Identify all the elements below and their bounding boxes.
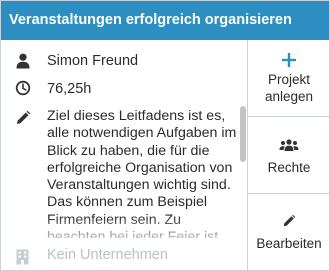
card-title: Veranstaltungen erfolgreich organisieren bbox=[9, 12, 292, 28]
building-icon bbox=[16, 249, 29, 265]
user-icon bbox=[16, 53, 30, 69]
action-sidebar: Projekt anlegen Rechte Bearbeiten bbox=[247, 40, 330, 270]
template-card: Veranstaltungen erfolgreich organisieren… bbox=[0, 0, 330, 271]
create-project-button[interactable]: Projekt anlegen bbox=[248, 40, 330, 115]
users-icon bbox=[279, 139, 299, 151]
clock-icon bbox=[15, 80, 31, 96]
rights-button[interactable]: Rechte bbox=[248, 116, 330, 193]
create-project-label: Projekt anlegen bbox=[264, 72, 314, 104]
duration-row: 76,25h bbox=[1, 78, 247, 98]
description-scrollbar[interactable] bbox=[240, 106, 246, 162]
edit-button[interactable]: Bearbeiten bbox=[248, 193, 330, 271]
description-fade bbox=[1, 216, 241, 246]
rights-label: Rechte bbox=[267, 160, 311, 175]
edit-label: Bearbeiten bbox=[256, 236, 322, 251]
plus-icon bbox=[282, 53, 296, 67]
person-name: Simon Freund bbox=[47, 53, 139, 69]
pencil-icon bbox=[283, 214, 296, 227]
card-details: Simon Freund 76,25h Ziel dieses Leitfade… bbox=[1, 40, 247, 270]
person-row: Simon Freund bbox=[1, 52, 247, 72]
duration-value: 76,25h bbox=[47, 81, 92, 97]
company-name: Kein Unternehmen bbox=[47, 247, 168, 263]
company-row: Kein Unternehmen bbox=[1, 245, 247, 269]
card-header: Veranstaltungen erfolgreich organisieren bbox=[1, 1, 329, 40]
